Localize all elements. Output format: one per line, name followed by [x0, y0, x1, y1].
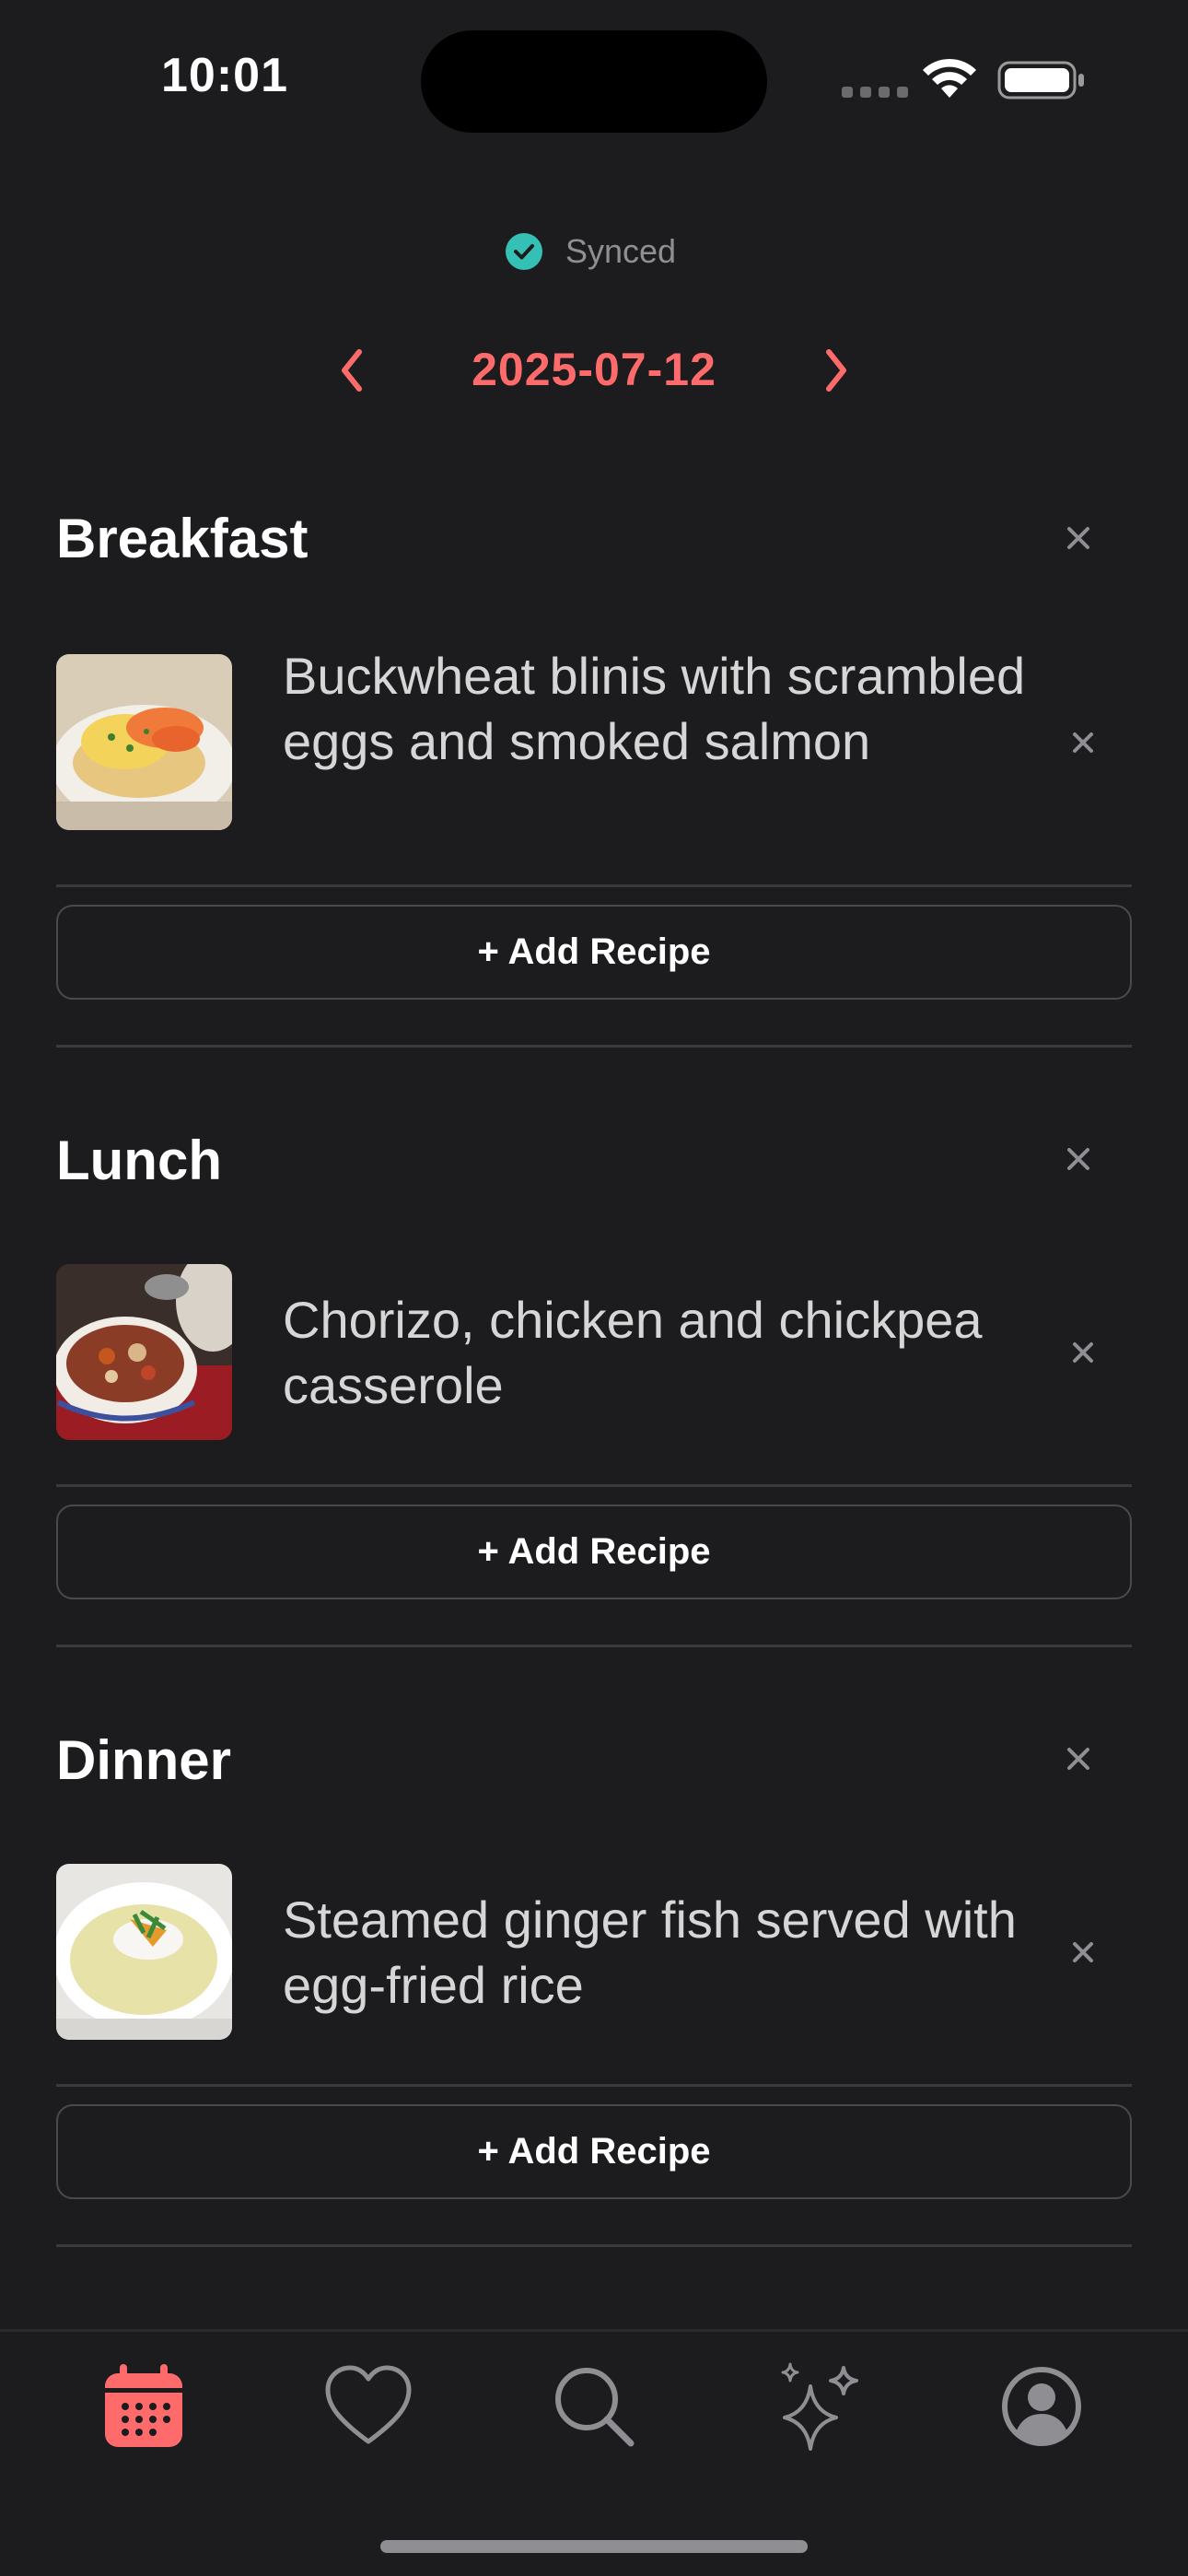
add-recipe-button[interactable]: + Add Recipe — [56, 2104, 1132, 2199]
date-label[interactable]: 2025-07-12 — [0, 343, 1188, 396]
calendar-icon[interactable] — [98, 2360, 190, 2453]
sync-label: Synced — [565, 232, 677, 270]
date-navigator: 2025-07-12 — [0, 332, 1188, 409]
remove-recipe-icon[interactable] — [1060, 720, 1106, 766]
search-icon[interactable] — [548, 2360, 640, 2453]
heart-icon[interactable] — [322, 2360, 414, 2453]
meal-section-breakfast: Breakfast Buckwheat blinis with scramble… — [56, 498, 1132, 1050]
recipe-thumbnail[interactable] — [56, 1264, 232, 1440]
remove-recipe-icon[interactable] — [1060, 1329, 1106, 1376]
chevron-right-icon[interactable] — [814, 343, 858, 398]
add-recipe-button[interactable]: + Add Recipe — [56, 1505, 1132, 1599]
divider — [56, 1484, 1132, 1487]
section-divider — [56, 2244, 1132, 2247]
cellular-signal-icon — [842, 87, 908, 98]
recipe-title[interactable]: Chorizo, chicken and chickpea casserole — [283, 1287, 1075, 1418]
recipe-title[interactable]: Steamed ginger fish served with egg-frie… — [283, 1887, 1075, 2018]
dynamic-island — [421, 30, 767, 133]
sync-status: Synced — [505, 232, 676, 271]
section-divider — [56, 1645, 1132, 1647]
close-icon[interactable] — [1051, 510, 1106, 566]
remove-recipe-icon[interactable] — [1060, 1929, 1106, 1975]
check-circle-icon — [506, 233, 542, 270]
divider — [56, 884, 1132, 887]
home-indicator — [380, 2540, 808, 2553]
add-recipe-button[interactable]: + Add Recipe — [56, 905, 1132, 1000]
divider — [56, 2084, 1132, 2087]
wifi-icon — [923, 58, 976, 98]
sparkles-icon[interactable] — [772, 2360, 864, 2453]
meal-section-dinner: Dinner Steamed ginger fish served with e… — [56, 1719, 1132, 2254]
battery-icon — [997, 61, 1084, 100]
recipe-title[interactable]: Buckwheat blinis with scrambled eggs and… — [283, 643, 1075, 774]
section-title: Lunch — [56, 1130, 222, 1191]
close-icon[interactable] — [1051, 1731, 1106, 1786]
meal-section-lunch: Lunch Chorizo, chicken and chickpea cass… — [56, 1119, 1132, 1654]
section-divider — [56, 1045, 1132, 1048]
recipe-thumbnail[interactable] — [56, 1864, 232, 2040]
profile-icon[interactable] — [996, 2360, 1088, 2453]
close-icon[interactable] — [1051, 1131, 1106, 1187]
status-time: 10:01 — [161, 49, 288, 102]
section-title: Breakfast — [56, 508, 309, 569]
recipe-thumbnail[interactable] — [56, 654, 232, 830]
section-title: Dinner — [56, 1729, 232, 1791]
